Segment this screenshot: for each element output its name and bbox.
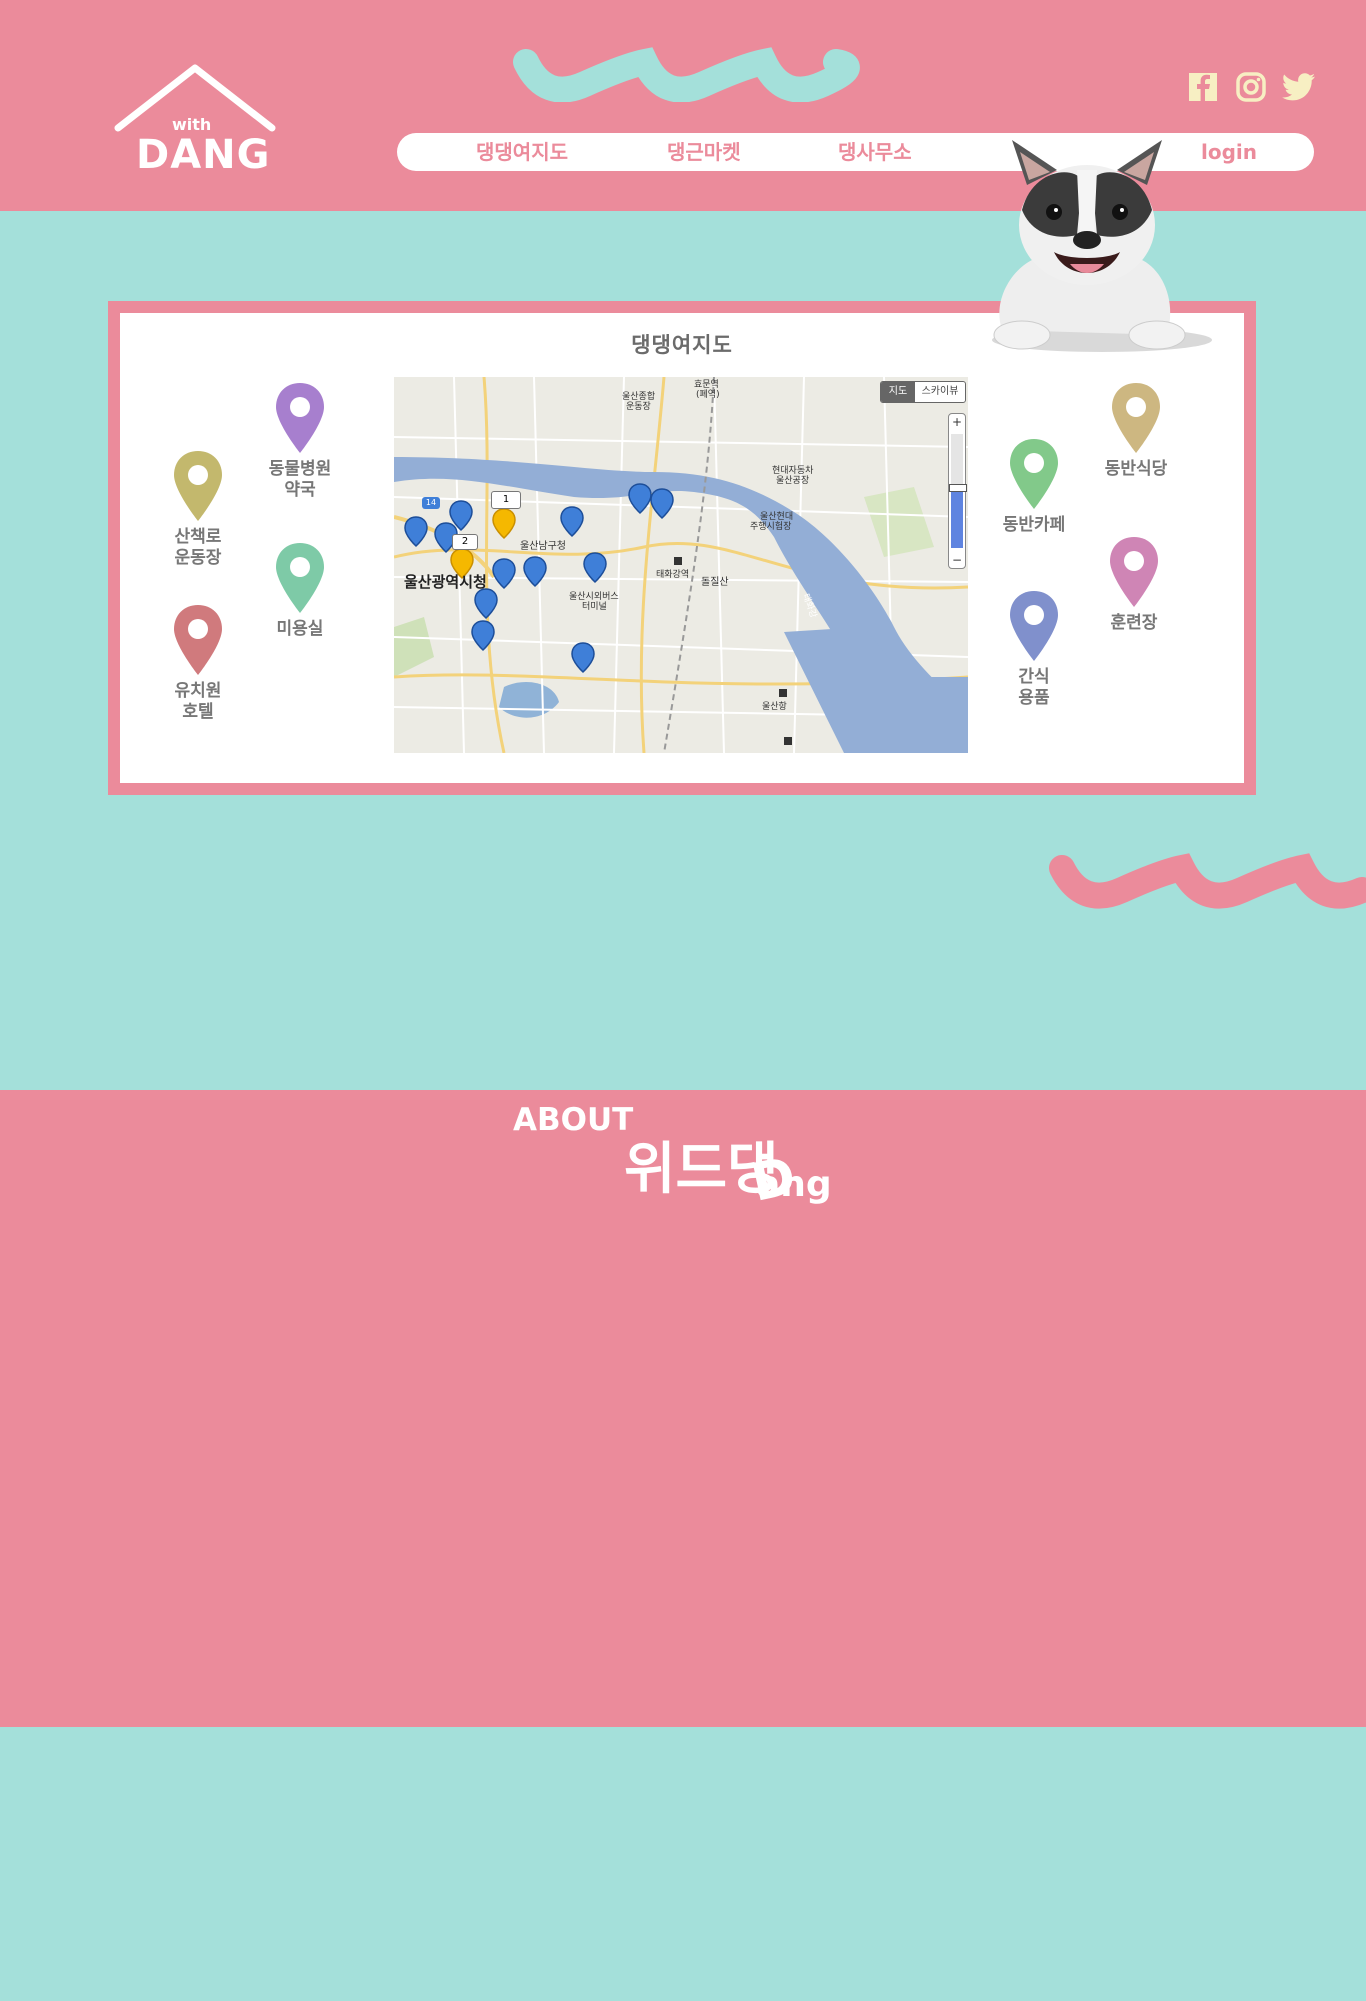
category-label: 유치원 [174, 681, 222, 701]
category-label: 훈련장 [1110, 613, 1158, 633]
nav-item-office[interactable]: 댕사무소 [838, 133, 912, 171]
city-map[interactable]: 1 2 14 울산광역시청 울산남구청 울산시외버스 터미널 태화강역 돌질산 … [394, 377, 968, 753]
zoom-in-icon[interactable]: + [949, 414, 965, 430]
map-view-toggle: 지도 스카이뷰 [880, 381, 966, 403]
category-label: 동반식당 [1104, 459, 1168, 479]
category-training[interactable]: 훈련장 [1094, 535, 1174, 634]
category-pet-restaurant[interactable]: 동반식당 [1096, 381, 1176, 480]
french-bulldog-image [992, 140, 1212, 352]
map-label: 태화강역 [656, 570, 690, 580]
map-label: 울산항 [762, 702, 787, 712]
category-kindergarten-hotel[interactable]: 유치원 호텔 [158, 603, 238, 723]
location-pin-icon [276, 543, 324, 613]
location-pin-icon [174, 605, 222, 675]
wave-decoration [1049, 853, 1366, 909]
category-label: 동물병원 [268, 459, 332, 479]
zoom-slider[interactable] [949, 434, 967, 548]
facebook-icon[interactable] [1188, 72, 1218, 102]
nav-item-market[interactable]: 댕근마켓 [667, 133, 741, 171]
category-walk-trail[interactable]: 산책로 운동장 [158, 449, 238, 569]
category-label: 동반카페 [1002, 515, 1066, 535]
location-pin-icon [1112, 383, 1160, 453]
instagram-icon[interactable] [1236, 72, 1266, 102]
map-label: (폐역) [696, 390, 720, 400]
map-label: 터미널 [582, 602, 607, 612]
map-view-button[interactable]: 지도 [881, 382, 915, 402]
location-pin-icon [174, 451, 222, 521]
map-label: 운동장 [626, 402, 651, 412]
zoom-level-fill [951, 488, 963, 548]
category-grooming[interactable]: 미용실 [260, 541, 340, 640]
route-badge: 2 [452, 534, 478, 550]
category-label: 미용실 [276, 619, 324, 639]
category-label: 간식 [1018, 667, 1050, 687]
twitter-icon[interactable] [1282, 72, 1316, 102]
map-card-inner: 댕댕여지도 동물병원 약국 산책로 운동장 미용실 유치원 호텔 동반식당 동반… [120, 313, 1244, 783]
nav-item-map[interactable]: 댕댕여지도 [476, 133, 568, 171]
category-snacks-supplies[interactable]: 간식 용품 [994, 589, 1074, 709]
logo[interactable]: with DANG [110, 60, 280, 180]
category-vet-pharmacy[interactable]: 동물병원 약국 [260, 381, 340, 501]
category-label-sub: 약국 [284, 480, 316, 500]
location-pin-icon [1010, 591, 1058, 661]
route-badge: 14 [422, 497, 440, 509]
map-label: 울산남구청 [520, 541, 566, 552]
map-label: 울산광역시청 [404, 573, 487, 591]
map-card: 댕댕여지도 동물병원 약국 산책로 운동장 미용실 유치원 호텔 동반식당 동반… [108, 301, 1256, 795]
category-label-sub: 호텔 [182, 702, 214, 722]
skyview-button[interactable]: 스카이뷰 [915, 382, 965, 402]
location-pin-icon [1110, 537, 1158, 607]
about-title-tail: ang [756, 1164, 832, 1205]
category-label: 산책로 [174, 527, 222, 547]
map-markers [404, 483, 792, 745]
category-pet-cafe[interactable]: 동반카페 [994, 437, 1074, 536]
category-label-sub: 용품 [1018, 688, 1050, 708]
wave-decoration [513, 47, 860, 102]
zoom-handle[interactable] [949, 484, 967, 492]
category-label-sub: 운동장 [174, 548, 222, 568]
zoom-control: + − [948, 413, 967, 569]
location-pin-icon [276, 383, 324, 453]
route-badge: 1 [491, 491, 521, 509]
map-label: 울산공장 [776, 476, 810, 486]
location-pin-icon [1010, 439, 1058, 509]
logo-brand-text: DANG [136, 132, 271, 178]
about-label: ABOUT [513, 1102, 634, 1138]
map-label: 주행시험장 [750, 522, 792, 532]
map-label: 돌질산 [701, 577, 729, 588]
zoom-out-icon[interactable]: − [949, 552, 965, 568]
